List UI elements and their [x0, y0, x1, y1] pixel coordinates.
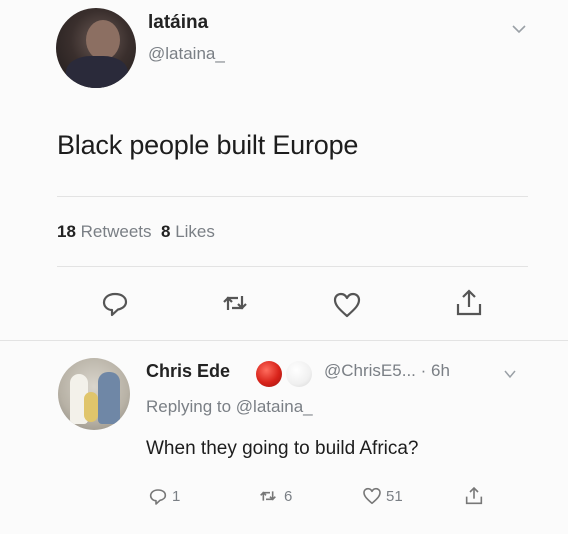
share-icon	[465, 486, 483, 505]
reply-reply-count: 1	[172, 487, 181, 505]
reply-text: When they going to build Africa?	[146, 438, 419, 459]
reply-icon	[149, 489, 167, 505]
author-display-name[interactable]: latáina	[148, 12, 208, 34]
like-icon[interactable]	[332, 290, 362, 320]
like-icon	[363, 487, 381, 505]
divider	[57, 266, 528, 267]
reply-like-count: 51	[386, 487, 403, 505]
reply-icon[interactable]	[100, 288, 130, 318]
chevron-down-icon[interactable]	[512, 22, 526, 36]
replying-handle[interactable]: @lataina_	[236, 397, 313, 416]
retweets-count[interactable]: 18	[57, 222, 76, 241]
reply-author-display-name[interactable]: Chris Ede	[146, 361, 230, 382]
tweet-stats: 18 Retweets 8 Likes	[57, 222, 215, 242]
divider	[0, 340, 568, 341]
divider	[57, 196, 528, 197]
replying-prefix: Replying to	[146, 397, 232, 416]
reply-reply-button[interactable]: 1	[148, 484, 180, 508]
chevron-down-icon[interactable]	[504, 368, 516, 380]
reply-author-avatar[interactable]	[58, 358, 130, 430]
reply-share-button[interactable]	[464, 484, 484, 508]
retweet-icon	[260, 491, 276, 501]
reply-like-button[interactable]: 51	[362, 484, 403, 508]
author-avatar[interactable]	[56, 8, 136, 88]
likes-count[interactable]: 8	[161, 222, 170, 241]
reply-author-handle-time[interactable]: @ChrisE5... · 6h	[324, 361, 450, 381]
white-circle-emoji	[286, 361, 312, 387]
reply-retweet-count: 6	[284, 487, 293, 505]
share-icon[interactable]	[454, 288, 484, 318]
red-circle-emoji	[256, 361, 282, 387]
retweet-icon[interactable]	[220, 288, 250, 318]
tweet-text: Black people built Europe	[57, 130, 359, 160]
likes-label[interactable]: Likes	[175, 222, 215, 241]
retweets-label[interactable]: Retweets	[81, 222, 152, 241]
author-handle[interactable]: @lataina_	[148, 44, 225, 64]
reply-retweet-button[interactable]: 6	[256, 484, 292, 508]
replying-to: Replying to @lataina_	[146, 397, 313, 417]
